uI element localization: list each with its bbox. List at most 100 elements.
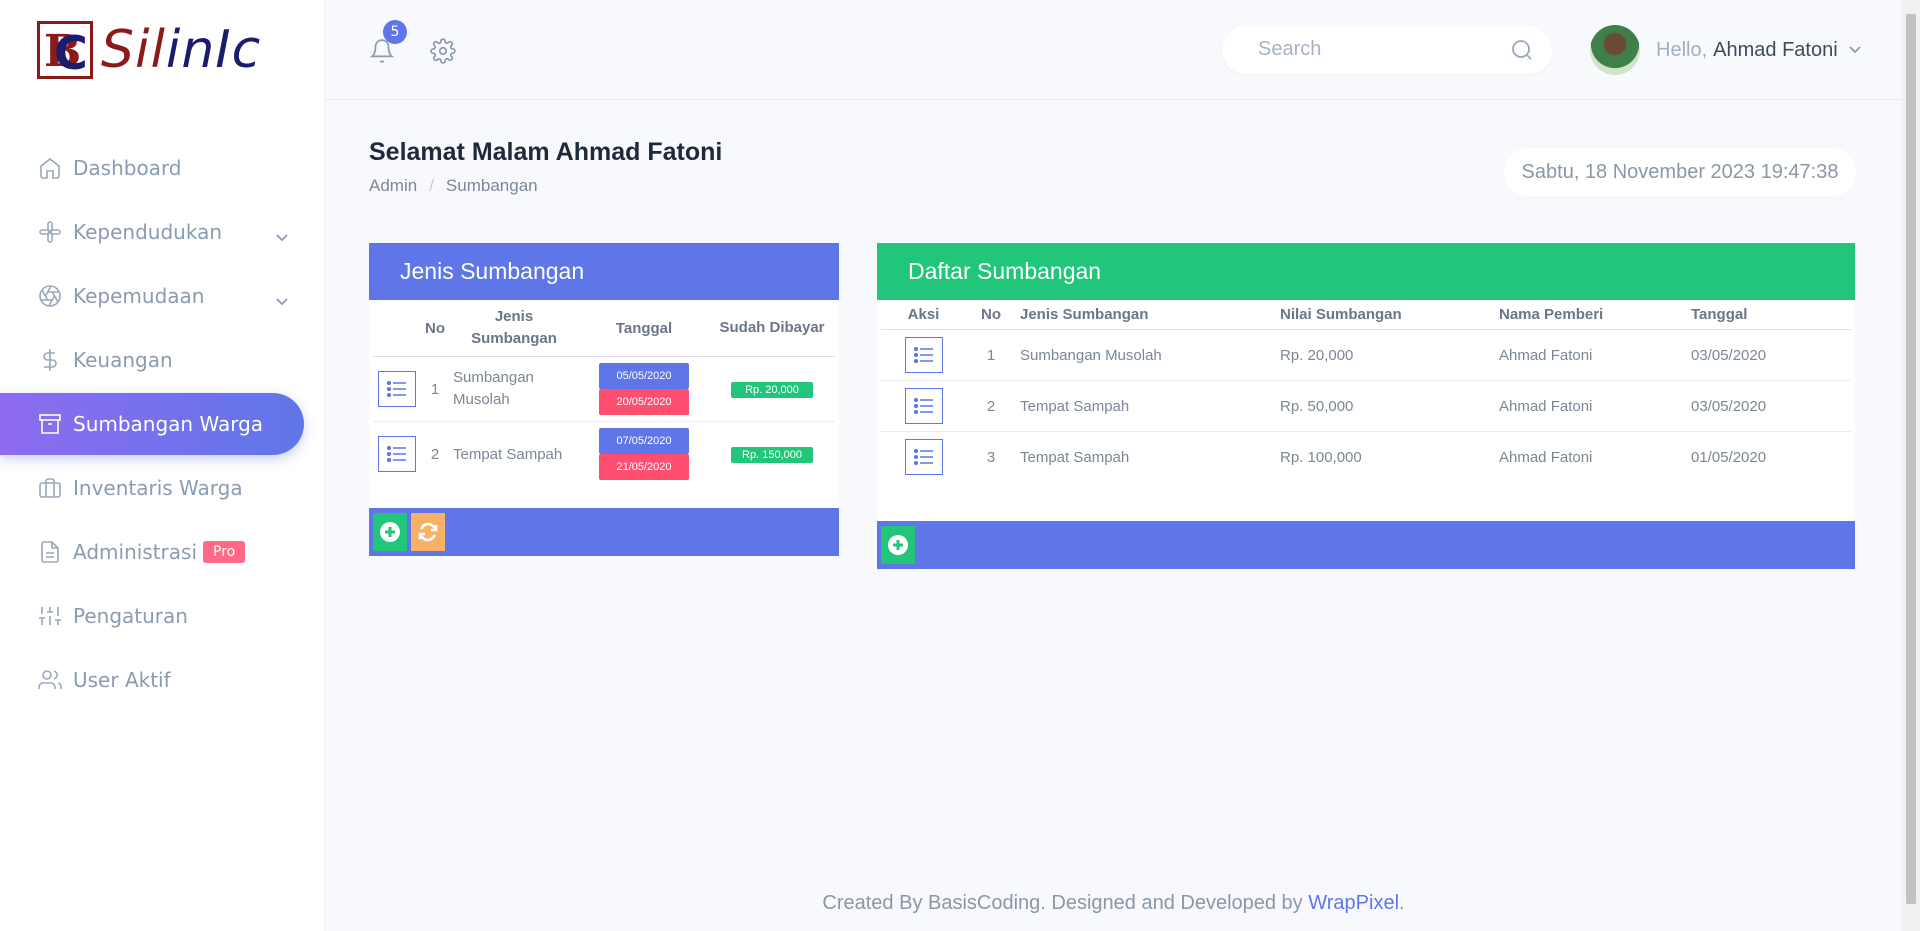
card-title: Jenis Sumbangan	[369, 243, 839, 300]
column-header-nilai: Nilai Sumbangan	[1276, 300, 1495, 330]
cell-tanggal: 03/05/2020	[1687, 380, 1851, 432]
scrollbar-thumb[interactable]	[1906, 14, 1916, 904]
brand-logo[interactable]: BC SilinIc	[37, 20, 261, 80]
card-footer	[877, 521, 1855, 569]
plus-circle-icon	[380, 522, 400, 542]
home-icon	[37, 155, 63, 181]
jenis-sumbangan-table: No Jenis Sumbangan Tanggal Sudah Dibayar…	[373, 300, 835, 486]
scrollbar-track[interactable]	[1902, 0, 1920, 931]
detail-list-button[interactable]	[904, 337, 943, 373]
detail-list-button[interactable]	[904, 439, 943, 476]
column-header-no: No	[966, 300, 1016, 330]
cell-jenis: Sumbangan Musolah	[449, 356, 579, 422]
cell-no: 2	[966, 380, 1016, 432]
cell-sudah-dibayar: Rp. 150,000	[709, 421, 835, 486]
action-cell	[373, 356, 421, 422]
cell-nilai: Rp. 100,000	[1276, 431, 1495, 483]
search-icon[interactable]	[1510, 38, 1534, 66]
sidebar-item-user-aktif[interactable]: User Aktif	[0, 648, 325, 712]
search-input[interactable]	[1258, 38, 1498, 61]
table-row: 2 Tempat Sampah 07/05/2020 21/05/2020 Rp…	[373, 421, 835, 486]
avatar	[1590, 25, 1640, 75]
sidebar-item-pengaturan[interactable]: Pengaturan	[0, 584, 325, 648]
sidebar-item-label: Keuangan	[73, 348, 173, 372]
user-name: Ahmad Fatoni	[1713, 38, 1838, 61]
sidebar-item-label: Kependudukan	[73, 220, 223, 244]
user-menu[interactable]: Hello, Ahmad Fatoni	[1590, 25, 1862, 75]
footer-text: Created By BasisCoding. Designed and Dev…	[822, 892, 1309, 914]
column-header-tanggal: Tanggal	[1687, 300, 1851, 330]
daftar-sumbangan-table: Aksi No Jenis Sumbangan Nilai Sumbangan …	[881, 300, 1851, 483]
action-cell	[373, 421, 421, 486]
table-row: 1 Sumbangan Musolah 05/05/2020 20/05/202…	[373, 356, 835, 422]
slack-icon	[37, 219, 63, 245]
notification-count-badge: 5	[383, 20, 407, 44]
datetime-display: Sabtu, 18 November 2023 19:47:38	[1504, 148, 1856, 196]
column-header-tanggal: Tanggal	[579, 300, 709, 357]
refresh-button[interactable]	[411, 513, 445, 551]
add-button[interactable]	[373, 513, 407, 551]
logo-mark: BC	[37, 21, 93, 79]
sidebar-nav: Dashboard Kependudukan Kepemudaan Keuang…	[0, 136, 325, 712]
briefcase-icon	[37, 475, 63, 501]
add-button[interactable]	[881, 526, 915, 564]
refresh-icon	[418, 522, 438, 542]
pro-badge: Pro	[203, 541, 246, 563]
action-cell	[881, 380, 966, 432]
cell-tanggal: 01/05/2020	[1687, 431, 1851, 483]
footer-end: .	[1399, 892, 1405, 914]
list-icon	[913, 449, 933, 466]
sidebar-item-kepemudaan[interactable]: Kepemudaan	[0, 264, 325, 328]
column-header-jenis: Jenis Sumbangan	[449, 300, 579, 357]
table-row: 1 Sumbangan Musolah Rp. 20,000 Ahmad Fat…	[881, 329, 1851, 381]
logo-text: SilinIc	[101, 20, 262, 80]
detail-list-button[interactable]	[378, 371, 416, 407]
sidebar: BC SilinIc Dashboard Kependudukan Kepemu…	[0, 0, 325, 931]
end-date-badge: 20/05/2020	[599, 389, 689, 415]
action-cell	[881, 431, 966, 483]
cell-jenis: Tempat Sampah	[449, 421, 579, 486]
sidebar-item-inventaris-warga[interactable]: Inventaris Warga	[0, 456, 325, 520]
detail-list-button[interactable]	[378, 436, 416, 472]
column-header-pemberi: Nama Pemberi	[1495, 300, 1687, 330]
gear-icon[interactable]	[430, 38, 456, 68]
sidebar-item-sumbangan-warga[interactable]: Sumbangan Warga	[0, 393, 304, 455]
dollar-icon	[37, 347, 63, 373]
topbar: 5 Hello, Ahmad Fatoni	[325, 0, 1902, 100]
plus-circle-icon	[888, 535, 908, 555]
cell-pemberi: Ahmad Fatoni	[1495, 431, 1687, 483]
sidebar-item-kependudukan[interactable]: Kependudukan	[0, 200, 325, 264]
end-date-badge: 21/05/2020	[599, 454, 689, 480]
archive-icon	[37, 411, 63, 437]
chevron-down-icon	[275, 225, 288, 242]
cell-no: 1	[421, 356, 449, 422]
list-icon	[913, 347, 933, 363]
sidebar-item-dashboard[interactable]: Dashboard	[0, 136, 325, 200]
cell-no: 2	[421, 421, 449, 486]
sidebar-item-label: Administrasi	[73, 540, 198, 564]
start-date-badge: 07/05/2020	[599, 428, 689, 454]
card-title: Daftar Sumbangan	[877, 243, 1855, 300]
detail-list-button[interactable]	[904, 388, 943, 424]
chevron-down-icon	[1848, 41, 1862, 60]
users-icon	[37, 667, 63, 693]
sidebar-item-keuangan[interactable]: Keuangan	[0, 328, 325, 392]
footer-link[interactable]: WrapPixel	[1308, 892, 1399, 914]
breadcrumb: Admin / Sumbangan	[369, 176, 538, 196]
cell-tanggal: 03/05/2020	[1687, 329, 1851, 381]
cell-jenis: Tempat Sampah	[1016, 380, 1276, 432]
cell-nilai: Rp. 50,000	[1276, 380, 1495, 432]
sidebar-item-label: Inventaris Warga	[73, 476, 243, 500]
sidebar-item-administrasi[interactable]: Administrasi Pro	[0, 520, 325, 584]
sliders-icon	[37, 603, 63, 629]
daftar-sumbangan-card: Daftar Sumbangan Aksi No Jenis Sumbangan…	[877, 243, 1855, 569]
breadcrumb-item-admin[interactable]: Admin	[369, 176, 417, 195]
sidebar-item-label: Kepemudaan	[73, 284, 205, 308]
column-header-aksi: Aksi	[881, 300, 966, 330]
aperture-icon	[37, 283, 63, 309]
page-title: Selamat Malam Ahmad Fatoni	[369, 138, 723, 166]
column-header-sudah-dibayar: Sudah Dibayar	[709, 300, 835, 357]
column-header-aksi	[373, 300, 421, 357]
sidebar-item-label: Dashboard	[73, 156, 182, 180]
column-header-jenis: Jenis Sumbangan	[1016, 300, 1276, 330]
